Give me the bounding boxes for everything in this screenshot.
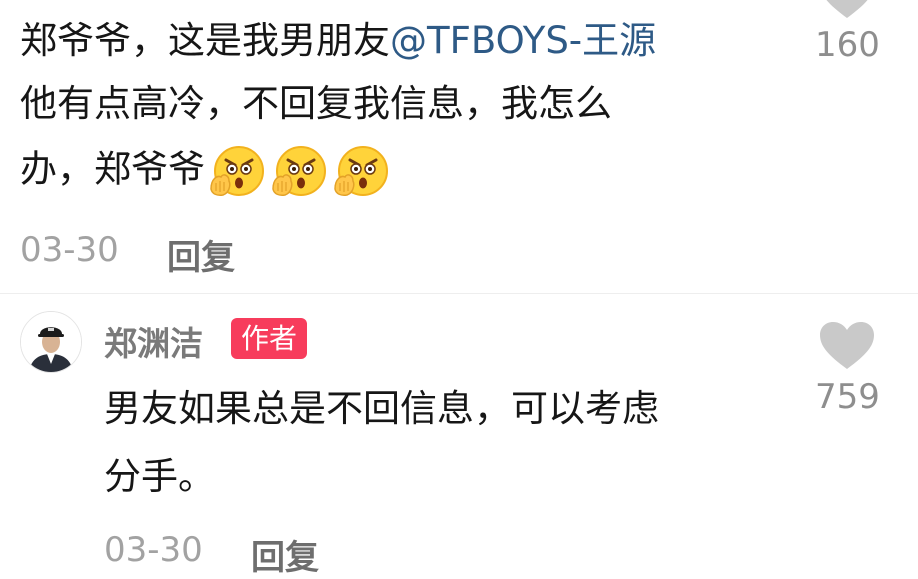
- comment-text: 郑爷爷，这是我男朋友: [20, 19, 390, 62]
- comment-text-line-2: 他有点高冷，不回复我信息，我怎么: [20, 82, 612, 125]
- comment-text-line-3: 办，郑爷爷: [20, 145, 389, 197]
- emoji-group: [207, 145, 389, 197]
- heart-icon[interactable]: [818, 0, 876, 20]
- divider: [0, 293, 918, 294]
- shocked-face-emoji-icon: [272, 146, 326, 196]
- reply-date: 03-30: [104, 530, 203, 570]
- like-count: 160: [815, 25, 880, 65]
- reply-button[interactable]: 回复: [251, 530, 319, 579]
- heart-icon[interactable]: [818, 321, 876, 371]
- comment-date: 03-30: [20, 230, 119, 270]
- shocked-face-emoji-icon: [210, 146, 264, 196]
- like-count: 759: [815, 377, 880, 417]
- comment-text-line-1: 郑爷爷，这是我男朋友@TFBOYS-王源: [20, 18, 656, 64]
- reply-text-line-1: 男友如果总是不回信息，可以考虑: [104, 387, 659, 430]
- avatar[interactable]: [20, 311, 82, 373]
- comment-text: 办，郑爷爷: [20, 147, 205, 191]
- comment-thread: 郑爷爷，这是我男朋友@TFBOYS-王源 他有点高冷，不回复我信息，我怎么 办，…: [0, 0, 918, 579]
- shocked-face-emoji-icon: [334, 146, 388, 196]
- author-badge: 作者: [231, 318, 308, 359]
- username[interactable]: 郑渊洁: [104, 317, 203, 365]
- user-mention-link[interactable]: @TFBOYS-王源: [390, 19, 656, 62]
- reply-text-line-2: 分手。: [104, 455, 215, 498]
- reply-button[interactable]: 回复: [167, 230, 235, 279]
- user-avatar-icon: [21, 312, 81, 372]
